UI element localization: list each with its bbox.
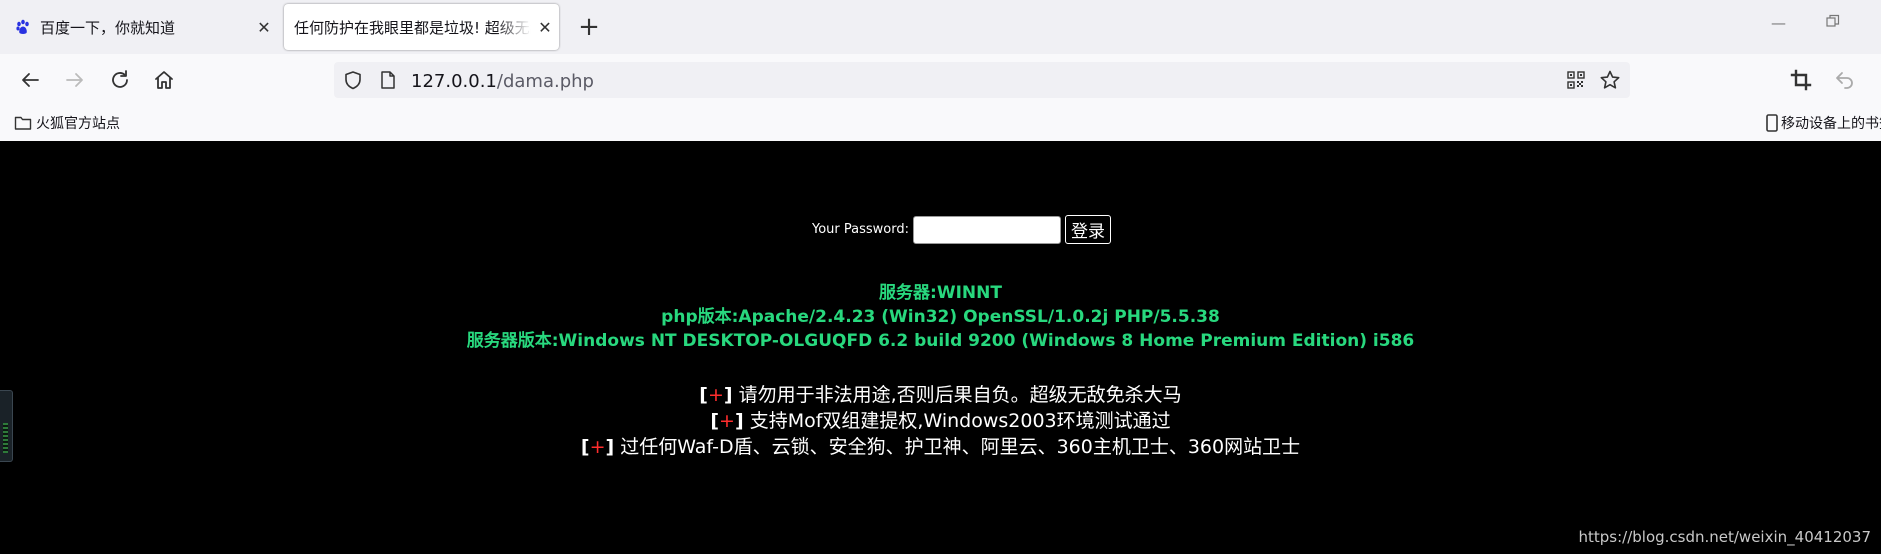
tab-dama-active[interactable]: 任何防护在我眼里都是垃圾! 超级无敌 ✕ <box>284 4 559 50</box>
notice-text: 请勿用于非法用途,否则后果自负。超级无敌免杀大马 <box>738 384 1182 406</box>
login-button[interactable]: 登录 <box>1065 215 1111 244</box>
forward-arrow-icon[interactable] <box>60 65 90 95</box>
url-host: 127.0.0.1 <box>411 71 497 92</box>
close-tab-icon[interactable]: ✕ <box>250 18 278 37</box>
home-icon[interactable] <box>149 65 179 95</box>
notice-text: 过任何Waf-D盾、云锁、安全狗、护卫神、阿里云、360主机卫士、360网站卫士 <box>620 436 1301 458</box>
shield-icon[interactable] <box>343 70 363 94</box>
notice-line: [+] 请勿用于非法用途,否则后果自负。超级无敌免杀大马 <box>0 382 1881 408</box>
undo-arrow-icon[interactable] <box>1830 65 1860 95</box>
bookmark-mobile[interactable]: 移动设备上的书签 <box>1766 113 1881 133</box>
folder-icon <box>14 115 32 131</box>
navigation-toolbar: 127.0.0.1/dama.php <box>0 54 1881 106</box>
new-tab-button[interactable]: + <box>573 10 605 44</box>
level-meter-icon <box>3 423 8 453</box>
bookmark-label: 火狐官方站点 <box>36 116 120 132</box>
side-widget-handle[interactable] <box>0 390 13 462</box>
page-content: Your Password: 登录 服务器:WINNT php版本:Apache… <box>0 141 1881 554</box>
notice-line: [+] 支持Mof双组建提权,Windows2003环境测试通过 <box>0 408 1881 434</box>
bracket-open: [ <box>580 436 590 458</box>
reload-icon[interactable] <box>105 65 135 95</box>
bracket-open: [ <box>699 384 708 406</box>
watermark-text: https://blog.csdn.net/weixin_40412037 <box>1578 528 1871 546</box>
password-input[interactable] <box>913 215 1061 244</box>
bookmark-star-icon[interactable] <box>1599 69 1621 95</box>
bracket-close: ] <box>734 410 744 432</box>
restore-window-icon[interactable] <box>1826 14 1840 32</box>
php-version-line: php版本:Apache/2.4.23 (Win32) OpenSSL/1.0.… <box>661 307 1220 327</box>
minimize-window-icon[interactable]: — <box>1771 14 1786 32</box>
plus-sign: + <box>719 410 735 432</box>
baidu-paw-icon <box>14 18 32 36</box>
close-tab-icon[interactable]: ✕ <box>531 18 559 37</box>
plus-sign: + <box>707 384 724 406</box>
address-bar[interactable]: 127.0.0.1/dama.php <box>334 62 1630 98</box>
url-text[interactable]: 127.0.0.1/dama.php <box>411 71 594 92</box>
bracket-open: [ <box>710 410 720 432</box>
back-arrow-icon[interactable] <box>15 65 45 95</box>
bracket-close: ] <box>605 436 615 458</box>
notice-line: [+] 过任何Waf-D盾、云锁、安全狗、护卫神、阿里云、360主机卫士、360… <box>0 434 1881 460</box>
page-icon[interactable] <box>379 70 397 94</box>
tab-title: 百度一下，你就知道 <box>40 18 176 37</box>
tab-title: 任何防护在我眼里都是垃圾! 超级无敌 <box>294 18 531 37</box>
bookmarks-toolbar: 火狐官方站点 移动设备上的书签 <box>0 106 1881 141</box>
plus-sign: + <box>589 436 606 458</box>
login-form: Your Password: 登录 <box>812 215 1111 244</box>
tab-baidu[interactable]: 百度一下，你就知道 ✕ <box>0 4 278 50</box>
qr-code-icon[interactable] <box>1567 71 1585 93</box>
notice-list: [+] 请勿用于非法用途,否则后果自负。超级无敌免杀大马 [+] 支持Mof双组… <box>0 382 1881 460</box>
bracket-close: ] <box>723 384 733 406</box>
tab-strip: 百度一下，你就知道 ✕ 任何防护在我眼里都是垃圾! 超级无敌 ✕ + — <box>0 0 1881 54</box>
url-path: /dama.php <box>496 71 594 92</box>
bookmark-label: 移动设备上的书签 <box>1781 116 1881 132</box>
notice-text: 支持Mof双组建提权,Windows2003环境测试通过 <box>749 410 1171 432</box>
password-label: Your Password: <box>812 222 909 237</box>
screenshot-crop-icon[interactable] <box>1786 65 1816 95</box>
server-info: 服务器:WINNT php版本:Apache/2.4.23 (Win32) Op… <box>0 281 1881 353</box>
server-version-line: 服务器版本:Windows NT DESKTOP-OLGUQFD 6.2 bui… <box>466 331 1415 351</box>
mobile-device-icon <box>1766 114 1778 132</box>
bookmark-firefox-official[interactable]: 火狐官方站点 <box>14 113 120 133</box>
server-os-line: 服务器:WINNT <box>879 283 1002 303</box>
